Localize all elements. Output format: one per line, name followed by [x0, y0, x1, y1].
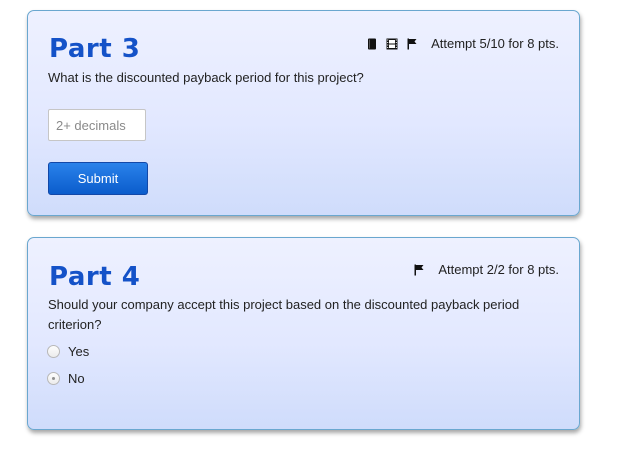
film-icon[interactable]	[386, 38, 398, 50]
part-3-meta: Attempt 5/10 for 8 pts.	[367, 36, 559, 51]
radio-yes[interactable]	[47, 345, 60, 358]
submit-button[interactable]: Submit	[48, 162, 148, 195]
book-icon[interactable]	[367, 38, 377, 50]
part-3-card: Part 3 Attempt 5/10 for 8 pts. What is t…	[27, 10, 580, 216]
flag-icon[interactable]	[407, 38, 417, 50]
part-3-attempt-text: Attempt 5/10 for 8 pts.	[431, 36, 559, 51]
option-no[interactable]: No	[47, 371, 85, 386]
option-yes[interactable]: Yes	[47, 344, 89, 359]
flag-icon[interactable]	[414, 264, 424, 276]
part-3-question: What is the discounted payback period fo…	[48, 70, 364, 85]
part-4-question: Should your company accept this project …	[48, 297, 520, 332]
option-yes-label: Yes	[68, 344, 90, 359]
part-4-meta: Attempt 2/2 for 8 pts.	[414, 262, 559, 277]
part-3-title: Part 3	[49, 34, 141, 64]
radio-no[interactable]	[47, 372, 60, 385]
part-4-attempt-text: Attempt 2/2 for 8 pts.	[438, 262, 559, 277]
option-no-label: No	[68, 371, 85, 386]
part-4-title: Part 4	[49, 262, 141, 292]
answer-input[interactable]	[48, 109, 146, 141]
part-4-card: Part 4 Attempt 2/2 for 8 pts. Should you…	[27, 237, 580, 430]
